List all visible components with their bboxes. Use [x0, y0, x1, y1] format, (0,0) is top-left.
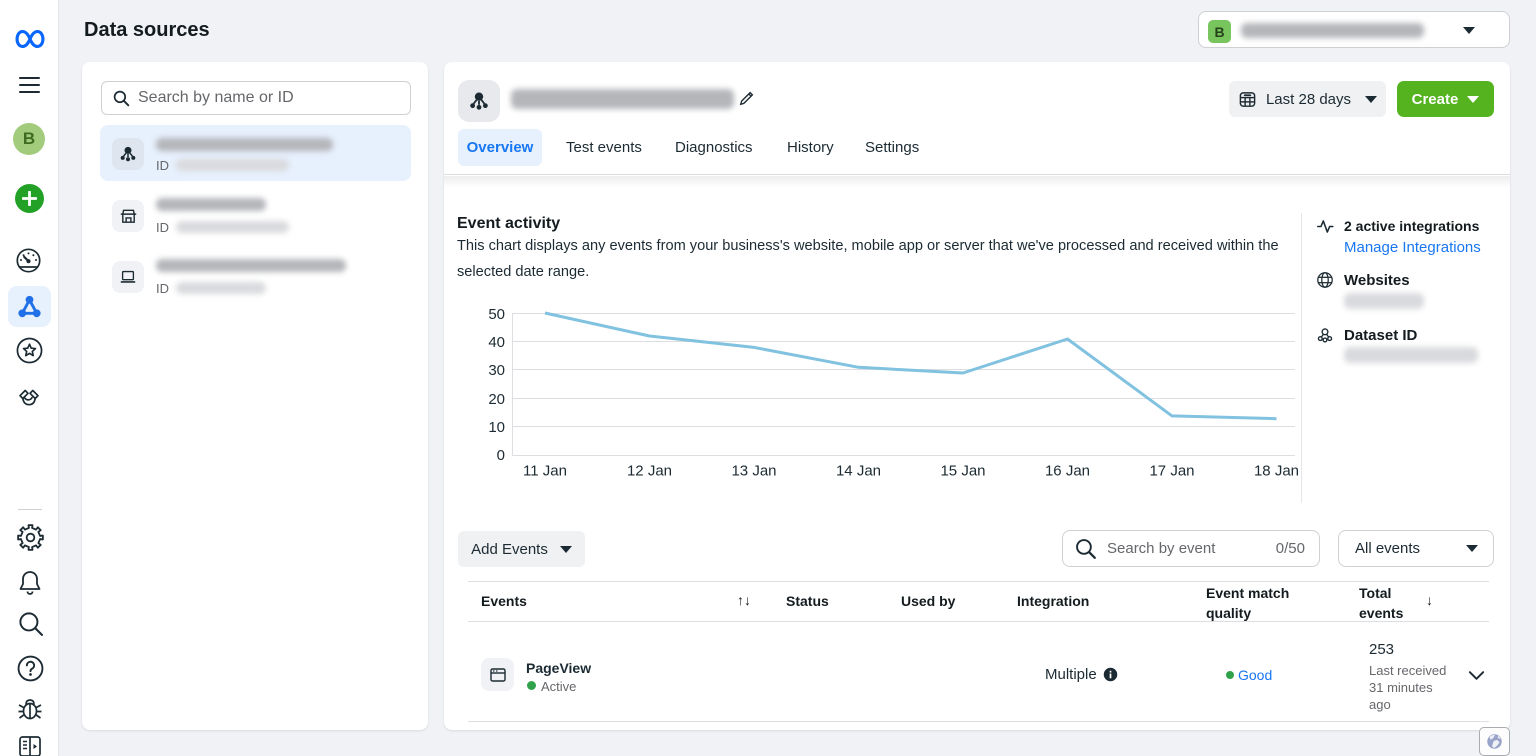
svg-text:20: 20 [488, 391, 505, 408]
svg-text:12 Jan: 12 Jan [627, 463, 672, 480]
svg-text:50: 50 [488, 306, 505, 323]
svg-text:18 Jan: 18 Jan [1254, 463, 1299, 480]
svg-text:11 Jan: 11 Jan [523, 463, 567, 480]
svg-text:15 Jan: 15 Jan [940, 463, 985, 480]
svg-text:16 Jan: 16 Jan [1045, 463, 1090, 480]
svg-text:14 Jan: 14 Jan [836, 463, 881, 480]
svg-text:0: 0 [497, 447, 505, 464]
svg-text:17 Jan: 17 Jan [1149, 463, 1194, 480]
svg-text:13 Jan: 13 Jan [731, 463, 776, 480]
svg-text:30: 30 [488, 362, 505, 379]
svg-text:40: 40 [488, 334, 505, 351]
svg-text:10: 10 [488, 419, 505, 436]
